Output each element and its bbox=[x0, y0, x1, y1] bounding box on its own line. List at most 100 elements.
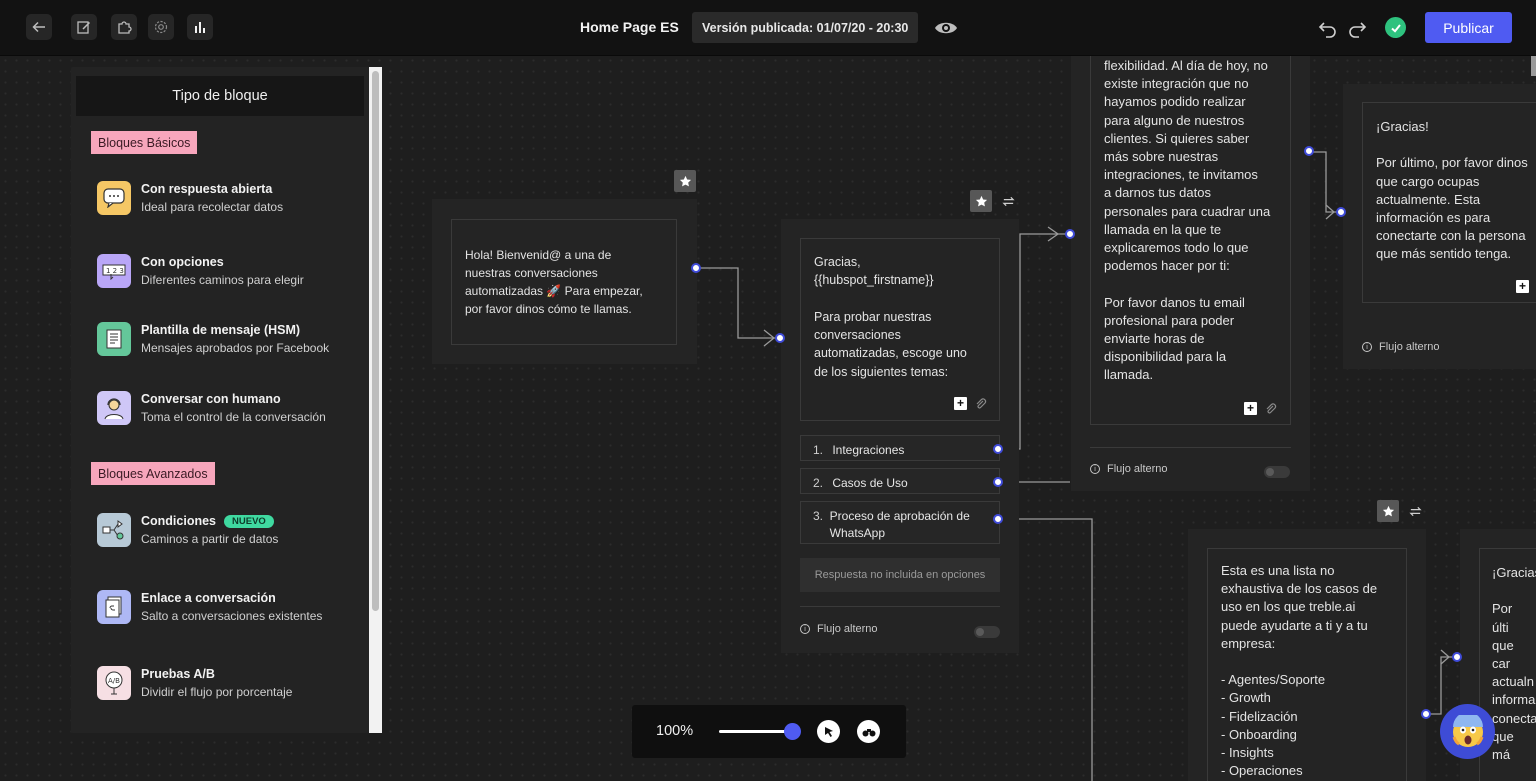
divider bbox=[800, 606, 1000, 607]
block-with-options[interactable]: 1 2 3 Con opciones Diferentes caminos pa… bbox=[97, 250, 357, 294]
output-port[interactable] bbox=[691, 263, 701, 273]
thanks-role-node[interactable]: ¡Gracias! Por último, por favor dinos qu… bbox=[1343, 84, 1536, 369]
support-chat-avatar[interactable] bbox=[1440, 704, 1495, 759]
option-item[interactable]: 2. Casos de Uso bbox=[800, 468, 1000, 494]
message-actions: + bbox=[1244, 402, 1277, 415]
block-title: Plantilla de mensaje (HSM) bbox=[141, 323, 301, 337]
options-message-text[interactable]: Gracias, {{hubspot_firstname}} Para prob… bbox=[800, 238, 1000, 421]
use-cases-message-text[interactable]: Esta es una lista no exhaustiva de los c… bbox=[1207, 548, 1407, 781]
block-conversation-link[interactable]: Enlace a conversación Salto a conversaci… bbox=[97, 586, 357, 630]
alternate-flow-label: i Flujo alterno bbox=[800, 623, 878, 635]
input-port[interactable] bbox=[1336, 207, 1346, 217]
scrollbar-thumb[interactable] bbox=[372, 71, 379, 611]
option-output-port[interactable] bbox=[993, 477, 1003, 487]
options-question-node[interactable]: Gracias, {{hubspot_firstname}} Para prob… bbox=[781, 219, 1019, 653]
block-title: Enlace a conversación bbox=[141, 591, 276, 605]
block-title: Conversar con humano bbox=[141, 392, 281, 406]
thanks-message-text[interactable]: ¡Gracias! Por último, por favor dinos qu… bbox=[1362, 102, 1536, 303]
block-description: Caminos a partir de datos bbox=[141, 532, 279, 546]
add-media-icon[interactable]: + bbox=[1516, 280, 1529, 293]
alt-flow-text: Flujo alterno bbox=[1379, 341, 1440, 353]
welcome-message-text[interactable]: Hola! Bienvenid@ a una de nuestras conve… bbox=[451, 219, 677, 345]
binoculars-icon[interactable] bbox=[857, 720, 880, 743]
block-hsm-template[interactable]: Plantilla de mensaje (HSM) Mensajes apro… bbox=[97, 318, 357, 362]
panel-scrollbar[interactable] bbox=[369, 67, 382, 733]
add-media-icon[interactable]: + bbox=[1244, 402, 1257, 415]
block-title: Con respuesta abierta bbox=[141, 182, 273, 196]
alternate-flow-label: i Flujo alterno bbox=[1362, 341, 1440, 353]
alternate-flow-toggle[interactable] bbox=[974, 626, 1000, 638]
block-title-text: Condiciones bbox=[141, 514, 217, 528]
advanced-blocks-section-tag: Bloques Avanzados bbox=[91, 462, 215, 485]
block-title: Con opciones bbox=[141, 255, 224, 269]
attachment-icon[interactable] bbox=[975, 397, 987, 410]
scared-face-emoji-icon bbox=[1452, 714, 1483, 747]
info-icon: i bbox=[800, 624, 810, 634]
option-output-port[interactable] bbox=[993, 514, 1003, 524]
option-number: 1. bbox=[813, 443, 824, 457]
option-number: 3. bbox=[813, 509, 824, 523]
attachment-icon[interactable] bbox=[1265, 402, 1277, 415]
block-description: Diferentes caminos para elegir bbox=[141, 273, 304, 287]
info-icon: i bbox=[1362, 342, 1372, 352]
block-description: Mensajes aprobados por Facebook bbox=[141, 341, 330, 355]
zoom-slider-track[interactable] bbox=[719, 730, 791, 733]
star-icon[interactable] bbox=[1377, 500, 1399, 522]
ab-test-icon: A/B bbox=[97, 666, 131, 700]
use-cases-message-node[interactable]: Esta es una lista no exhaustiva de los c… bbox=[1188, 529, 1426, 781]
block-ab-testing[interactable]: A/B Pruebas A/B Dividir el flujo por por… bbox=[97, 662, 357, 706]
integrations-message-node[interactable]: flexibilidad. Al día de hoy, no existe i… bbox=[1071, 56, 1310, 491]
new-badge: NUEVO bbox=[224, 515, 274, 528]
divider bbox=[1090, 447, 1291, 448]
star-icon[interactable] bbox=[674, 170, 696, 192]
option-label: Proceso de aprobación de WhatsApp bbox=[829, 509, 970, 540]
welcome-message-node[interactable]: Hola! Bienvenid@ a una de nuestras conve… bbox=[432, 199, 697, 364]
block-description: Salto a conversaciones existentes bbox=[141, 609, 323, 623]
output-port[interactable] bbox=[1304, 146, 1314, 156]
swap-icon[interactable] bbox=[997, 190, 1019, 212]
options-icon: 1 2 3 bbox=[97, 254, 131, 288]
message-actions: + bbox=[1516, 280, 1529, 293]
alt-flow-text: Flujo alterno bbox=[817, 623, 878, 635]
message-actions: + bbox=[954, 397, 987, 410]
zoom-level: 100% bbox=[656, 723, 694, 739]
block-type-panel: Tipo de bloque Bloques Básicos Con respu… bbox=[71, 67, 369, 733]
basic-blocks-section-tag: Bloques Básicos bbox=[91, 131, 198, 154]
block-description: Ideal para recolectar datos bbox=[141, 200, 284, 214]
human-agent-icon bbox=[97, 391, 131, 425]
no-response-option[interactable]: Respuesta no incluida en opciones bbox=[800, 558, 1000, 592]
input-port[interactable] bbox=[1452, 652, 1462, 662]
option-output-port[interactable] bbox=[993, 444, 1003, 454]
link-conversation-icon bbox=[97, 590, 131, 624]
info-icon: i bbox=[1090, 464, 1100, 474]
template-icon bbox=[97, 322, 131, 356]
block-title: Condiciones NUEVO bbox=[141, 514, 274, 528]
option-number: 2. bbox=[813, 476, 824, 490]
option-item[interactable]: 1. Integraciones bbox=[800, 435, 1000, 461]
option-item[interactable]: 3. Proceso de aprobación de WhatsApp bbox=[800, 501, 1000, 544]
panel-title: Tipo de bloque bbox=[76, 76, 364, 116]
block-description: Dividir el flujo por porcentaje bbox=[141, 685, 293, 699]
pointer-cursor-icon[interactable] bbox=[817, 720, 840, 743]
block-title: Pruebas A/B bbox=[141, 667, 215, 681]
block-conditions[interactable]: Condiciones NUEVO Caminos a partir de dat… bbox=[97, 509, 357, 553]
block-open-response[interactable]: Con respuesta abierta Ideal para recolec… bbox=[97, 177, 357, 221]
alternate-flow-toggle[interactable] bbox=[1264, 466, 1290, 478]
conditions-icon bbox=[97, 513, 131, 547]
zoom-toolbar: 100% bbox=[632, 705, 906, 758]
add-media-icon[interactable]: + bbox=[954, 397, 967, 410]
swap-icon[interactable] bbox=[1404, 500, 1426, 522]
zoom-slider-thumb[interactable] bbox=[784, 723, 801, 740]
chat-bubble-icon bbox=[97, 181, 131, 215]
integrations-message-text[interactable]: flexibilidad. Al día de hoy, no existe i… bbox=[1090, 56, 1291, 425]
svg-text:A/B: A/B bbox=[108, 677, 120, 685]
input-port[interactable] bbox=[1065, 229, 1075, 239]
star-icon[interactable] bbox=[970, 190, 992, 212]
alt-flow-text: Flujo alterno bbox=[1107, 463, 1168, 475]
canvas-scroll-thumb[interactable] bbox=[1531, 56, 1536, 76]
option-label: Integraciones bbox=[832, 443, 905, 457]
option-label: Casos de Uso bbox=[832, 476, 908, 490]
input-port[interactable] bbox=[775, 333, 785, 343]
block-talk-to-human[interactable]: Conversar con humano Toma el control de … bbox=[97, 387, 357, 431]
output-port[interactable] bbox=[1421, 709, 1431, 719]
